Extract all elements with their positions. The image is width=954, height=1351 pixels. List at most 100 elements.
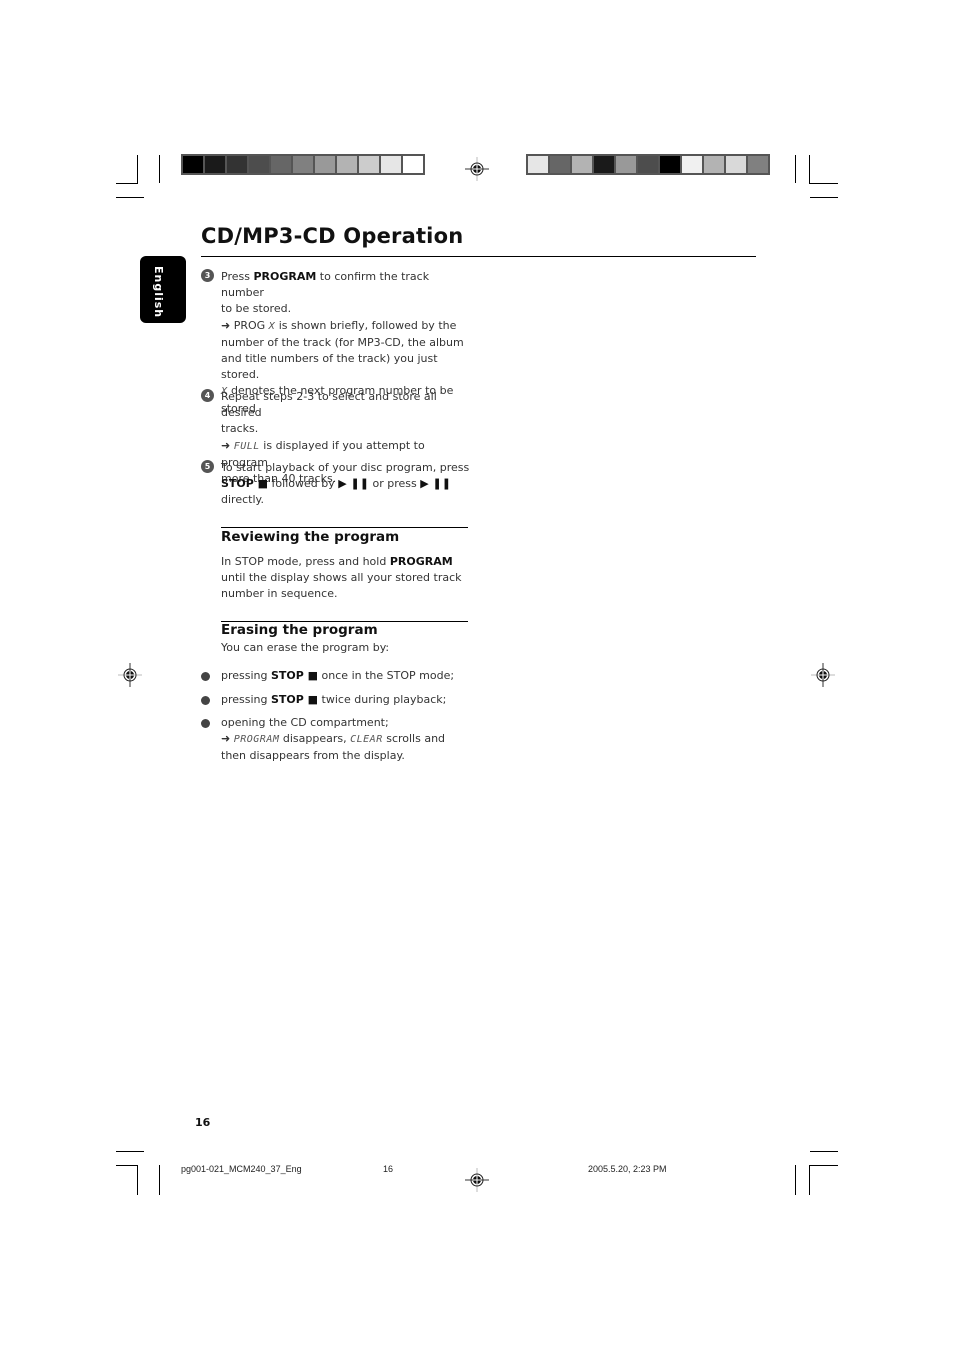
play-pause-icon: ▶ ❚❚ [338,477,369,491]
text: until the display shows all your stored … [221,571,462,585]
page-title: CD/MP3-CD Operation [201,224,464,248]
text: PROG [230,318,269,332]
footer-timestamp: 2005.5.20, 2:23 PM [588,1164,667,1174]
crop-mark [116,183,138,184]
play-pause-icon: ▶ ❚❚ [420,477,451,491]
text: opening the CD compartment; [221,716,389,729]
color-swatch [682,156,702,173]
program-button-ref: PROGRAM [253,270,317,283]
text: to be stored. [221,302,292,316]
erase-option: opening the CD compartment; ➜ PROGRAM di… [221,715,471,765]
footer-page: 16 [383,1164,394,1174]
bullet-icon [201,672,210,681]
language-tab-label: English [152,266,165,319]
color-swatch [271,156,291,173]
section-heading-erasing: Erasing the program [221,622,378,638]
crop-mark [809,155,810,183]
text: followed by [268,477,339,491]
lcd-text: PROGRAM [233,734,280,746]
footer-filename: pg001-021_MCM240_37_Eng [181,1164,302,1174]
crop-mark [137,155,138,183]
color-swatch [183,156,203,173]
text: To start playback of your disc program, … [221,461,470,474]
crop-mark [116,1151,144,1152]
bullet-icon [201,719,210,728]
color-swatch [315,156,335,173]
bullet-icon [201,696,210,705]
stop-button-ref: STOP ■ [271,669,319,682]
stop-button-ref: STOP ■ [221,477,269,491]
color-swatch [726,156,746,173]
color-swatch [660,156,680,173]
text: pressing [221,669,271,682]
crop-mark [809,183,838,184]
color-swatch [704,156,724,173]
reviewing-text: In STOP mode, press and hold PROGRAM unt… [221,554,471,603]
text: directly. [221,493,264,507]
color-swatch [403,156,423,173]
color-swatch [550,156,570,173]
text: twice during playback; [318,693,447,706]
text: Press [221,270,254,283]
color-swatch [572,156,592,173]
crop-mark [159,155,160,183]
crop-mark [795,1165,796,1195]
crop-mark [137,1165,138,1195]
color-swatch [528,156,548,173]
text: disappears, [279,732,351,746]
crop-mark [809,1165,810,1195]
color-calibration-bar-left [181,154,425,175]
lcd-text: FULL [233,440,260,452]
text: or press [368,477,421,491]
text: In STOP mode, press and hold [221,555,390,568]
color-swatch [381,156,401,173]
section-divider [221,527,468,528]
registration-crosshair-icon [465,1168,489,1192]
color-swatch [227,156,247,173]
text: is shown briefly, followed by the [275,318,457,332]
erasing-intro: You can erase the program by: [221,641,390,654]
registration-crosshair-icon [118,663,142,687]
arrow-icon: ➜ [221,732,231,746]
language-tab: English [140,256,186,323]
step-number-badge: 3 [201,269,214,282]
stop-button-ref: STOP ■ [271,693,319,706]
crop-mark [810,197,838,198]
color-swatch [594,156,614,173]
text: number of the track (for MP3-CD, the alb… [221,335,464,349]
color-swatch [359,156,379,173]
section-heading-reviewing: Reviewing the program [221,529,400,545]
text: tracks. [221,422,259,436]
arrow-icon: ➜ [221,318,231,332]
step-5-text: To start playback of your disc program, … [221,460,471,509]
crop-mark [159,1165,160,1195]
step-number-badge: 4 [201,389,214,402]
crop-mark [795,155,796,183]
color-swatch [616,156,636,173]
text: number in sequence. [221,587,338,601]
text: scrolls and [382,732,446,746]
color-swatch [249,156,269,173]
arrow-icon: ➜ [221,438,231,452]
crop-mark [116,197,144,198]
color-swatch [337,156,357,173]
program-button-ref: PROGRAM [389,555,453,568]
text: pressing [221,693,271,706]
erase-option: pressing STOP ■ twice during playback; [221,692,471,708]
color-swatch [638,156,658,173]
step-number-badge: 5 [201,460,214,473]
color-swatch [748,156,768,173]
page-number: 16 [195,1116,211,1129]
color-swatch [293,156,313,173]
registration-crosshair-icon [811,663,835,687]
text: then disappears from the display. [221,749,405,763]
lcd-text: CLEAR [350,734,383,746]
text: once in the STOP mode; [318,669,455,682]
crop-mark [116,1165,138,1166]
crop-mark [810,1151,838,1152]
title-divider [201,256,756,257]
text: Repeat steps 2-3 to select and store all… [221,390,437,420]
text: and title numbers of the track) you just… [221,352,438,382]
color-calibration-bar-right [526,154,770,175]
erase-option: pressing STOP ■ once in the STOP mode; [221,668,471,684]
